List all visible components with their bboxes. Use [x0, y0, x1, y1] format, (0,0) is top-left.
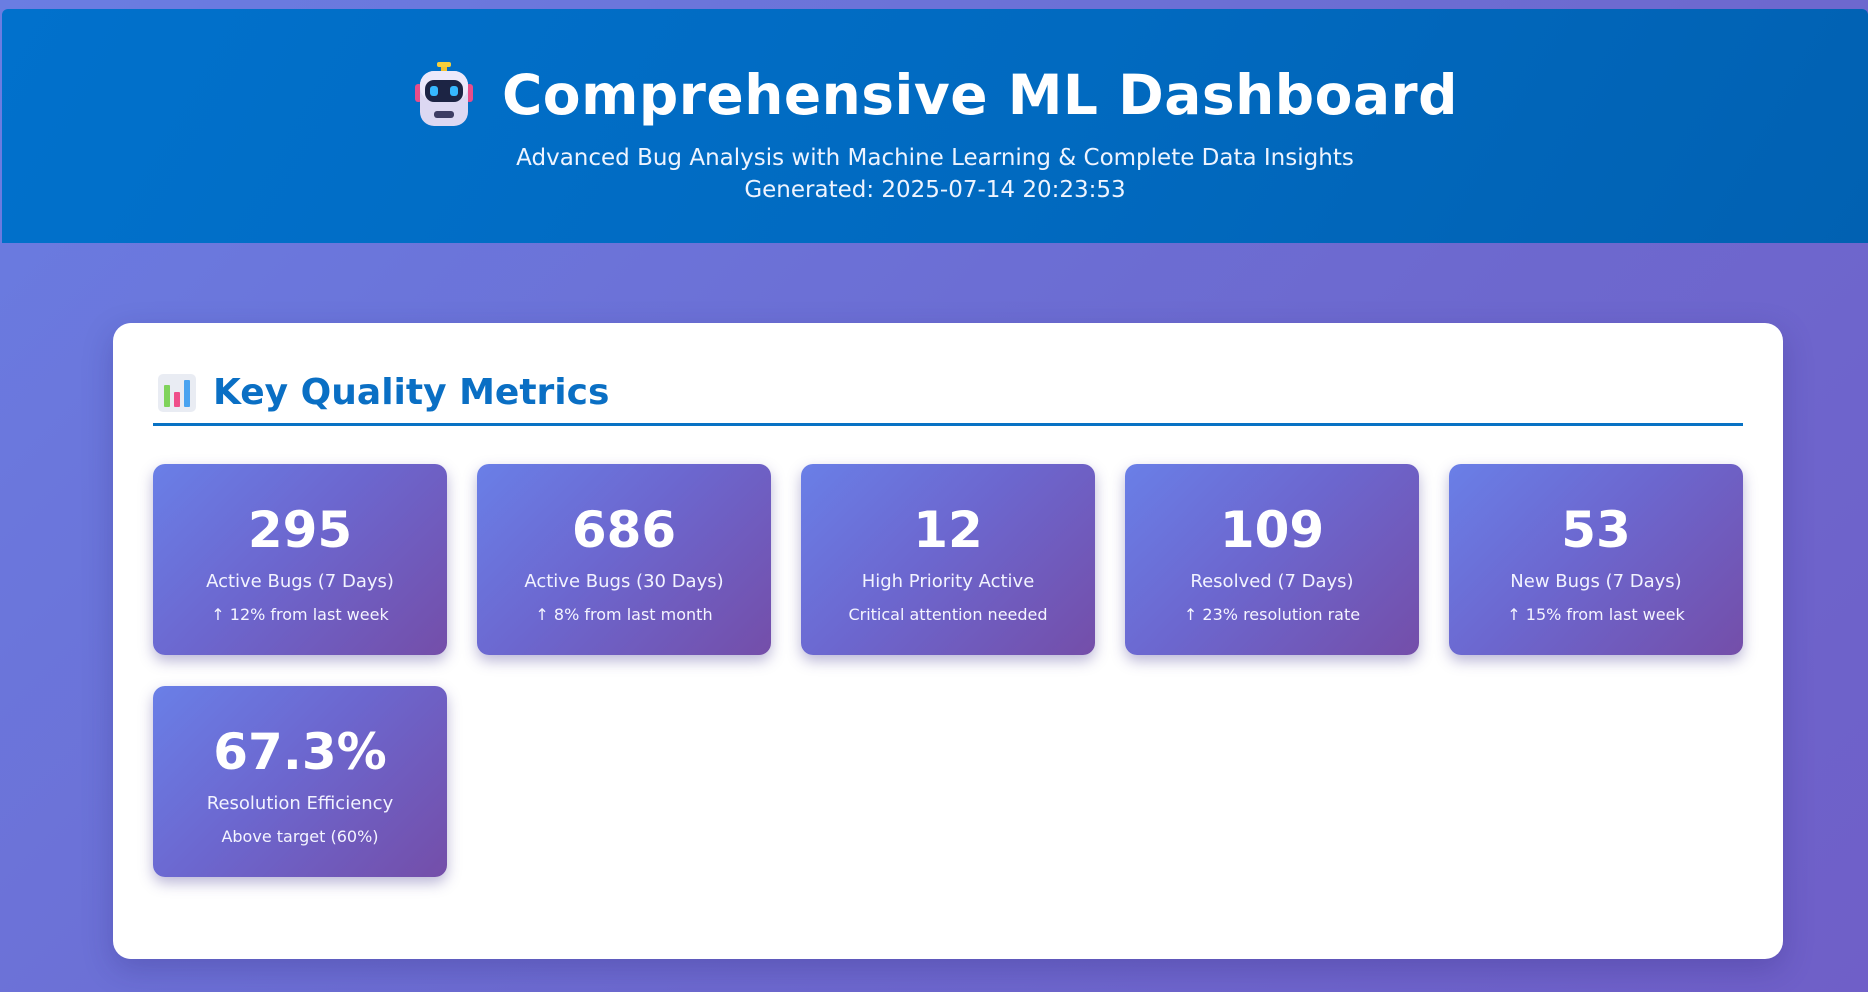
metric-value: 109	[1219, 501, 1325, 559]
metric-label: Active Bugs (30 Days)	[524, 571, 724, 592]
key-metrics-panel: Key Quality Metrics 295 Active Bugs (7 D…	[113, 323, 1783, 959]
generated-timestamp: Generated: 2025-07-14 20:23:53	[744, 177, 1126, 203]
metric-label: Active Bugs (7 Days)	[206, 571, 394, 592]
metric-note: ↑ 12% from last week	[211, 605, 389, 624]
metric-note: ↑ 15% from last week	[1507, 605, 1685, 624]
dashboard-subtitle: Advanced Bug Analysis with Machine Learn…	[516, 145, 1354, 171]
metric-card-active-bugs-7d[interactable]: 295 Active Bugs (7 Days) ↑ 12% from last…	[153, 464, 447, 655]
metric-note: ↑ 8% from last month	[535, 605, 713, 624]
metric-card-new-bugs-7d[interactable]: 53 New Bugs (7 Days) ↑ 15% from last wee…	[1449, 464, 1743, 655]
metric-value: 686	[571, 501, 677, 559]
metric-value: 53	[1561, 501, 1631, 559]
metric-card-high-priority[interactable]: 12 High Priority Active Critical attenti…	[801, 464, 1095, 655]
header-title-row: Comprehensive ML Dashboard	[2, 61, 1868, 129]
section-header: Key Quality Metrics	[153, 363, 1743, 426]
metric-note: ↑ 23% resolution rate	[1183, 605, 1361, 624]
robot-icon	[412, 62, 476, 128]
metric-card-resolved-7d[interactable]: 109 Resolved (7 Days) ↑ 23% resolution r…	[1125, 464, 1419, 655]
metric-note: Above target (60%)	[221, 827, 379, 846]
metric-label: Resolved (7 Days)	[1190, 571, 1354, 592]
metric-value: 295	[247, 501, 353, 559]
dashboard-header: Comprehensive ML Dashboard Advanced Bug …	[2, 9, 1868, 243]
section-title: Key Quality Metrics	[213, 372, 610, 413]
metric-card-active-bugs-30d[interactable]: 686 Active Bugs (30 Days) ↑ 8% from last…	[477, 464, 771, 655]
dashboard-title: Comprehensive ML Dashboard	[501, 63, 1459, 127]
metric-value: 67.3%	[213, 723, 387, 781]
metric-label: New Bugs (7 Days)	[1510, 571, 1682, 592]
metric-label: High Priority Active	[861, 571, 1035, 592]
bar-chart-icon	[157, 373, 197, 413]
metric-card-resolution-efficiency[interactable]: 67.3% Resolution Efficiency Above target…	[153, 686, 447, 877]
metric-note: Critical attention needed	[848, 605, 1048, 624]
metric-value: 12	[913, 501, 983, 559]
metric-label: Resolution Efficiency	[206, 793, 394, 814]
